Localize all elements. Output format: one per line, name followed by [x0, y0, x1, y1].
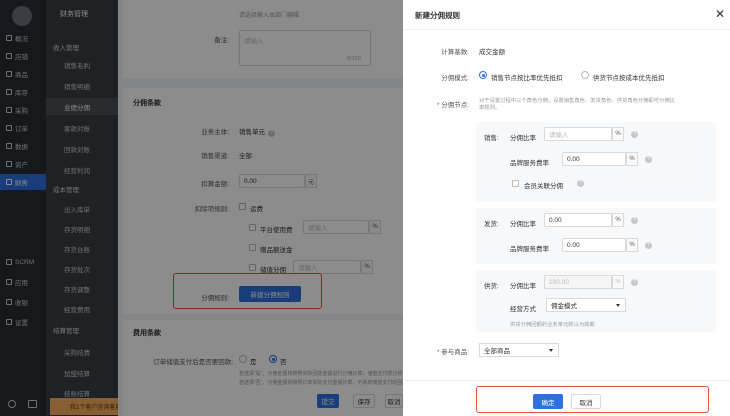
supply-note: 供货分佣回额的业务单元默认为底薪: [510, 322, 595, 328]
help-icon: ?: [631, 131, 638, 138]
member-label: 会员关联分佣: [524, 183, 563, 190]
modal-overlay[interactable]: [0, 0, 403, 416]
ship-ratio-label: 分佣比率: [510, 221, 536, 228]
sales-ratio-input[interactable]: 请输入: [544, 127, 612, 141]
mode-radio-sales[interactable]: [479, 71, 487, 79]
help-icon: ?: [645, 156, 652, 163]
close-icon[interactable]: ✕: [715, 8, 725, 20]
sales-brand-unit: %: [626, 152, 638, 166]
help-icon: ?: [577, 180, 584, 187]
chevron-down-icon: [616, 304, 620, 307]
member-checkbox[interactable]: [512, 180, 519, 187]
supply-ratio-input: 100.00: [544, 275, 612, 289]
highlight-footer-box: [476, 386, 709, 413]
help-icon: ?: [645, 242, 652, 249]
supply-mode-select[interactable]: 佣金模式: [546, 298, 626, 312]
ship-ratio-unit: %: [612, 213, 624, 227]
supply-ratio-unit: %: [612, 275, 624, 289]
goods-select[interactable]: 全部商品: [479, 343, 559, 357]
supply-panel: 供货: 分佣比率 100.00 % ? 经营方式 佣金模式 供货分佣回额的业务单…: [476, 270, 716, 332]
sales-ratio-unit: %: [612, 127, 624, 141]
ship-label: 发货:: [484, 221, 499, 228]
supply-ratio-label: 分佣比率: [510, 283, 536, 290]
help-icon: ?: [631, 217, 638, 224]
base-label: 计算基数:: [441, 49, 469, 56]
mode-label: 分佣模式:: [441, 75, 469, 82]
mode-opt-1: 销售节点按比率优先抵扣: [491, 75, 563, 82]
drawer-header: 新建分佣规则 ✕: [403, 0, 730, 30]
mode-opt-2: 供货节点按成本优先抵扣: [593, 75, 665, 82]
chevron-down-icon: [549, 349, 553, 352]
ship-brand-label: 品牌服务费率: [510, 246, 549, 253]
ship-panel: 发货: 分佣比率 0.00 % ? 品牌服务费率 0.00 % ?: [476, 208, 716, 264]
sales-brand-label: 品牌服务费率: [510, 160, 549, 167]
node-label: * 分佣节点:: [436, 102, 469, 109]
ship-brand-unit: %: [626, 238, 638, 252]
node-hint: 对于设置过程中三个角色分佣，设置销售角色、发货角色、供货角色分佣即可分佣比率规则…: [479, 98, 675, 111]
base-value: 成交金额: [479, 49, 505, 56]
mode-radio-supply[interactable]: [581, 71, 589, 79]
goods-label: * 参与商品:: [436, 349, 469, 356]
sales-panel: 销售: 分佣比率 请输入 % ? 品牌服务费率 0.00 % ? 会员关联分佣 …: [476, 122, 716, 202]
sales-label: 销售:: [484, 135, 499, 142]
help-icon: ?: [631, 279, 638, 286]
supply-label: 供货:: [484, 283, 499, 290]
sales-ratio-label: 分佣比率: [510, 135, 536, 142]
sales-brand-input[interactable]: 0.00: [562, 152, 626, 166]
drawer-title: 新建分佣规则: [415, 11, 460, 20]
ship-brand-input[interactable]: 0.00: [562, 238, 626, 252]
new-rule-drawer: 新建分佣规则 ✕ 计算基数: 成交金额 分佣模式: 销售节点按比率优先抵扣 供货…: [403, 0, 730, 416]
ship-ratio-input[interactable]: 0.00: [544, 213, 612, 227]
supply-mode-label: 经营方式: [510, 306, 536, 313]
